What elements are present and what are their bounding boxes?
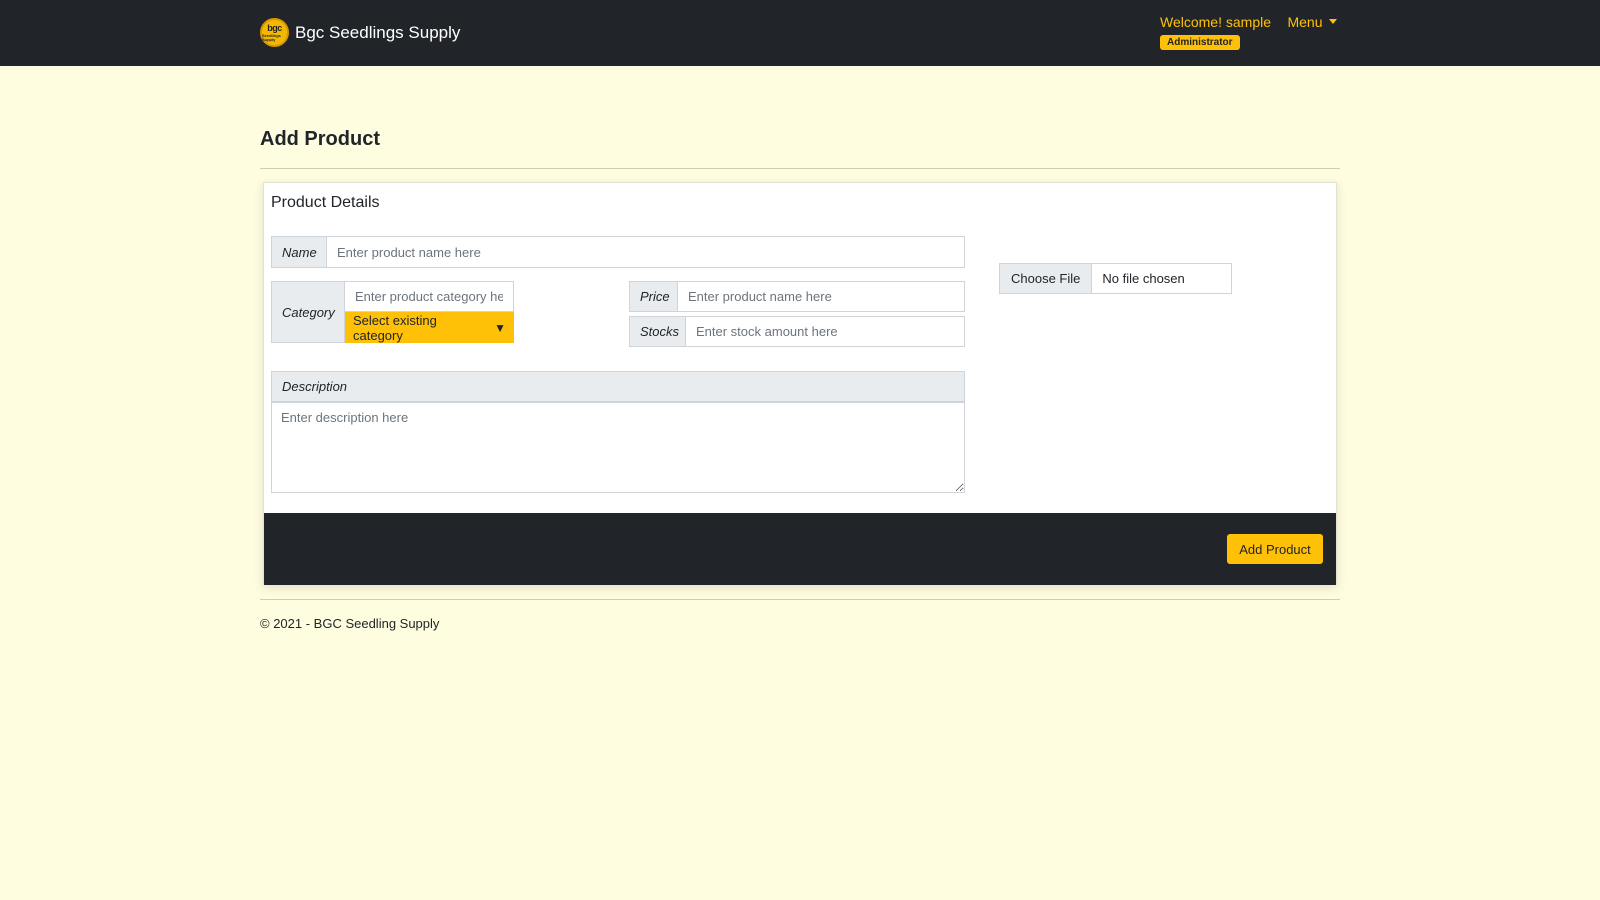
category-input[interactable]	[345, 281, 514, 312]
product-details-card: Product Details Name Category Select exi…	[263, 182, 1337, 585]
name-input[interactable]	[327, 236, 965, 268]
image-file-input[interactable]: Choose File No file chosen	[999, 263, 1232, 294]
stocks-input[interactable]	[686, 316, 965, 347]
user-area: Welcome! sample Menu Administrator	[1160, 14, 1337, 50]
price-label: Price	[629, 281, 678, 312]
add-product-button[interactable]: Add Product	[1227, 534, 1323, 564]
page-title: Add Product	[260, 128, 380, 150]
price-input[interactable]	[678, 281, 965, 312]
description-textarea[interactable]	[271, 402, 965, 493]
stocks-label: Stocks	[629, 316, 686, 347]
role-badge: Administrator	[1160, 35, 1240, 50]
category-input-group: Category Select existing category ▼	[271, 281, 514, 343]
caret-down-icon	[1328, 19, 1337, 24]
stocks-input-group: Stocks	[629, 316, 965, 347]
category-controls: Select existing category ▼	[345, 281, 514, 343]
footer-divider	[260, 599, 1340, 600]
dropdown-triangle-icon: ▼	[494, 320, 506, 335]
welcome-text: Welcome! sample	[1160, 14, 1272, 30]
category-label: Category	[271, 281, 345, 343]
logo-subtext: Seedlings Supply	[262, 32, 281, 42]
menu-label: Menu	[1287, 14, 1323, 30]
title-divider	[260, 168, 1340, 169]
name-label: Name	[271, 236, 327, 268]
description-label: Description	[271, 371, 965, 402]
menu-dropdown[interactable]: Menu	[1287, 14, 1337, 30]
file-status: No file chosen	[1092, 263, 1232, 294]
brand-logo-icon: bgc Seedlings Supply	[260, 18, 289, 47]
choose-file-button[interactable]: Choose File	[999, 263, 1093, 294]
select-existing-category-button[interactable]: Select existing category ▼	[345, 312, 514, 343]
brand-name[interactable]: Bgc Seedlings Supply	[295, 23, 460, 43]
section-title: Product Details	[271, 194, 380, 211]
card-footer: Add Product	[264, 513, 1336, 585]
select-existing-label: Select existing category	[353, 312, 437, 343]
price-input-group: Price	[629, 281, 965, 312]
copyright-text: © 2021 - BGC Seedling Supply	[260, 616, 440, 631]
brand[interactable]: bgc Seedlings Supply Bgc Seedlings Suppl…	[260, 18, 460, 47]
name-input-group: Name	[271, 236, 965, 268]
navbar: bgc Seedlings Supply Bgc Seedlings Suppl…	[0, 0, 1600, 66]
logo-text: bgc	[267, 22, 282, 33]
